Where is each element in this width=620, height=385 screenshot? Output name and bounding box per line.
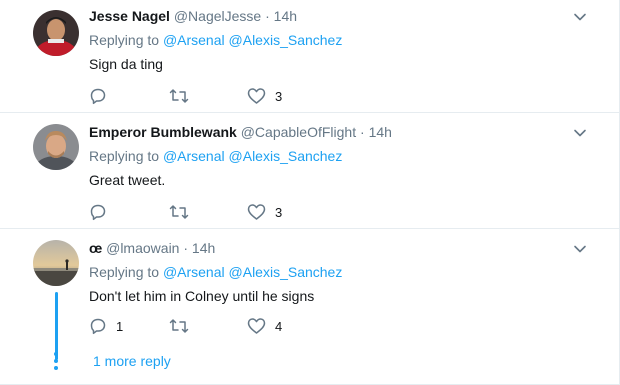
tweet[interactable]: Emperor Bumblewank @CapableOfFlight · 14… [0,114,619,229]
retweet-icon [169,87,189,105]
heart-icon [247,87,266,105]
timestamp[interactable]: 14h [369,124,392,140]
timestamp[interactable]: 14h [274,8,297,24]
retweet-icon [169,203,189,221]
user-fullname[interactable]: Emperor Bumblewank [89,124,237,140]
mention-link[interactable]: @Alexis_Sanchez [229,148,343,164]
user-fullname[interactable]: œ [89,240,102,256]
replying-to: Replying to @Arsenal @Alexis_Sanchez [89,147,579,165]
avatar[interactable] [33,240,79,286]
thread-more-dots [54,352,59,372]
avatar[interactable] [33,124,79,170]
separator-dot: · [265,8,270,24]
replying-to: Replying to @Arsenal @Alexis_Sanchez [89,31,579,49]
tweet-actions: 1 4 [89,316,389,336]
mention-link[interactable]: @Arsenal [163,264,225,280]
reply-feed: Jesse Nagel @NagelJesse · 14h Replying t… [0,0,620,385]
retweet-button[interactable] [169,86,198,106]
separator-dot: · [360,124,365,140]
replying-to-label: Replying to [89,32,160,48]
tweet-header: œ @lmaowain · 14h [89,239,579,257]
reply-count: 1 [116,318,124,334]
chevron-down-icon[interactable] [573,10,587,24]
timestamp[interactable]: 14h [192,240,215,256]
retweet-icon [169,317,189,335]
like-count: 3 [275,88,283,104]
more-replies-link[interactable]: 1 more reply [93,352,171,370]
tweet-text: Great tweet. [89,172,166,188]
mention-link[interactable]: @Alexis_Sanchez [229,264,343,280]
retweet-button[interactable] [169,202,198,222]
thread-connector [55,292,58,360]
like-button[interactable]: 4 [247,316,282,336]
chevron-down-icon[interactable] [573,242,587,256]
user-handle[interactable]: @NagelJesse [174,8,261,24]
user-handle[interactable]: @lmaowain [106,240,179,256]
tweet-content: Emperor Bumblewank @CapableOfFlight · 14… [89,123,579,189]
like-count: 4 [275,318,283,334]
tweet-header: Jesse Nagel @NagelJesse · 14h [89,7,579,25]
tweet-content: Jesse Nagel @NagelJesse · 14h Replying t… [89,7,579,73]
tweet-actions: 3 [89,202,389,222]
avatar[interactable] [33,10,79,56]
separator-dot: · [183,240,189,256]
user-fullname[interactable]: Jesse Nagel [89,8,170,24]
tweet-text: Don't let him in Colney until he signs [89,288,315,304]
tweet-header: Emperor Bumblewank @CapableOfFlight · 14… [89,123,579,141]
tweet-content: œ @lmaowain · 14h Replying to @Arsenal @… [89,239,579,305]
replying-to: Replying to @Arsenal @Alexis_Sanchez [89,263,579,281]
like-count: 3 [275,204,283,220]
replying-to-label: Replying to [89,148,160,164]
mention-link[interactable]: @Arsenal [163,148,225,164]
tweet[interactable]: Jesse Nagel @NagelJesse · 14h Replying t… [0,0,619,113]
chevron-down-icon[interactable] [573,126,587,140]
reply-button[interactable] [89,202,116,222]
heart-icon [247,317,266,335]
reply-icon [89,203,107,221]
tweet-text: Sign da ting [89,56,163,72]
reply-button[interactable] [89,86,116,106]
reply-icon [89,317,107,335]
reply-icon [89,87,107,105]
heart-icon [247,203,266,221]
mention-link[interactable]: @Alexis_Sanchez [229,32,343,48]
replying-to-label: Replying to [89,264,160,280]
like-button[interactable]: 3 [247,202,282,222]
mention-link[interactable]: @Arsenal [163,32,225,48]
like-button[interactable]: 3 [247,86,282,106]
retweet-button[interactable] [169,316,198,336]
reply-button[interactable]: 1 [89,316,123,336]
user-handle[interactable]: @CapableOfFlight [241,124,356,140]
tweet[interactable]: œ @lmaowain · 14h Replying to @Arsenal @… [0,230,619,385]
tweet-actions: 3 [89,86,389,106]
